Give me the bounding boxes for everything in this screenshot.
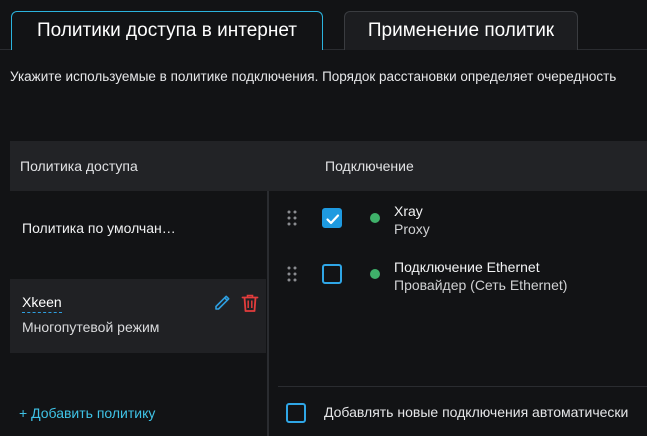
section-divider <box>278 386 647 387</box>
table-header: Политика доступа Подключение <box>10 141 647 191</box>
drag-handle-icon[interactable] <box>287 266 297 282</box>
drag-handle-icon[interactable] <box>287 210 297 226</box>
status-dot-online <box>370 213 380 223</box>
policy-item-default[interactable]: Политика по умолчан… <box>10 203 266 255</box>
auto-add-label[interactable]: Добавлять новые подключения автоматическ… <box>324 404 628 420</box>
pencil-icon[interactable] <box>213 294 231 312</box>
connection-row-xray[interactable]: Xray Proxy <box>278 196 647 246</box>
trash-icon[interactable] <box>241 293 259 313</box>
tab-policy-application[interactable]: Применение политик <box>344 11 578 50</box>
column-divider <box>267 191 269 436</box>
policy-name[interactable]: Xkeen <box>22 294 62 313</box>
connection-name: Xray <box>394 203 423 219</box>
auto-add-checkbox[interactable] <box>286 403 306 423</box>
check-icon <box>326 214 340 225</box>
connection-row-ethernet[interactable]: Подключение Ethernet Провайдер (Сеть Eth… <box>278 252 647 302</box>
connection-name: Подключение Ethernet <box>394 259 540 275</box>
add-policy-link[interactable]: + Добавить политику <box>19 405 155 421</box>
connection-checkbox-xray[interactable] <box>322 208 342 228</box>
tab-bar: Политики доступа в интернет Применение п… <box>0 0 647 50</box>
policy-item-xkeen[interactable]: Xkeen Многопутевой режим <box>10 279 266 353</box>
column-header-connection: Подключение <box>325 158 414 174</box>
column-header-policy: Политика доступа <box>20 158 138 174</box>
page-description: Укажите используемые в политике подключе… <box>10 69 617 84</box>
connection-type: Провайдер (Сеть Ethernet) <box>394 277 568 293</box>
tab-internet-access-policies[interactable]: Политики доступа в интернет <box>11 11 323 50</box>
status-dot-online <box>370 269 380 279</box>
policy-mode: Многопутевой режим <box>22 319 160 335</box>
connection-checkbox-ethernet[interactable] <box>322 264 342 284</box>
policy-name: Политика по умолчан… <box>22 220 176 236</box>
connection-type: Proxy <box>394 221 430 237</box>
